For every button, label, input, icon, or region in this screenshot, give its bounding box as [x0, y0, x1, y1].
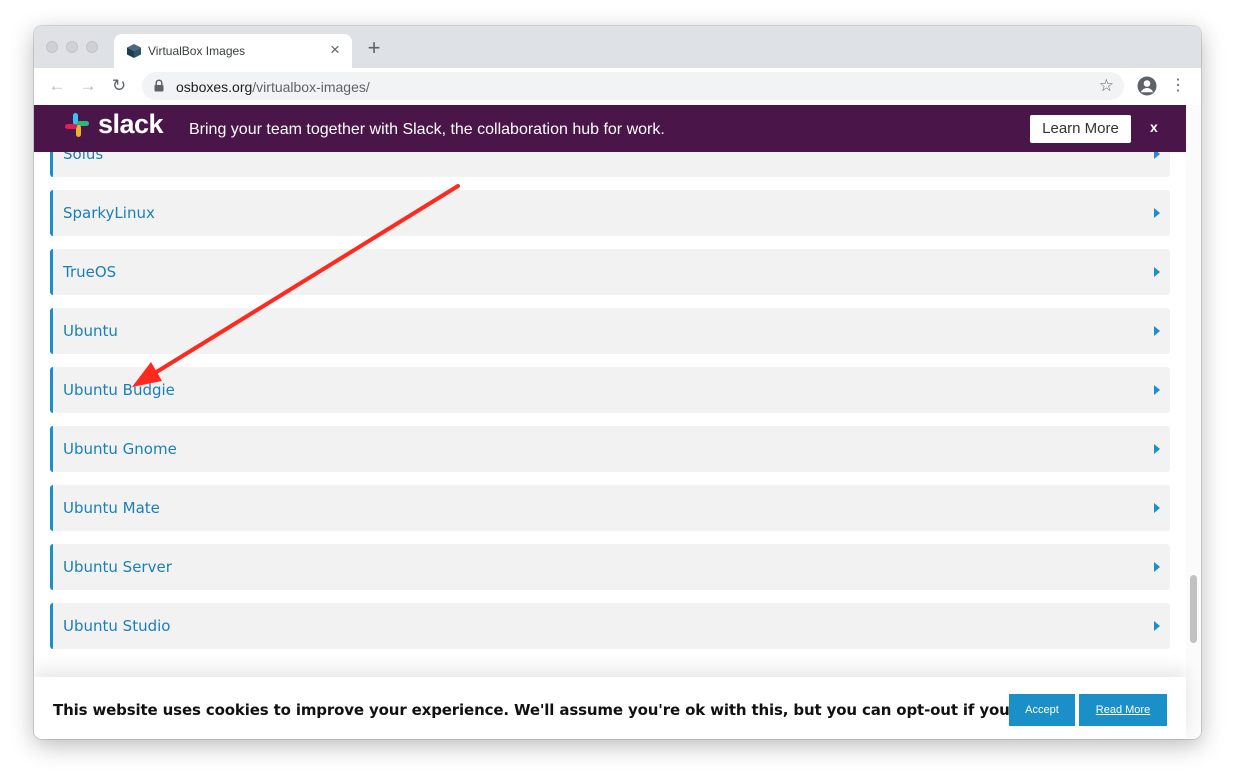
tab-title: VirtualBox Images: [148, 44, 246, 58]
minimize-window-button[interactable]: [66, 41, 78, 53]
distro-row[interactable]: Ubuntu Mate: [50, 485, 1170, 531]
distro-label: SparkyLinux: [63, 204, 155, 222]
distro-row[interactable]: SparkyLinux: [50, 190, 1170, 236]
browser-menu-icon[interactable]: ⋮: [1170, 76, 1186, 96]
distro-row[interactable]: Ubuntu Server: [50, 544, 1170, 590]
distro-label: TrueOS: [63, 263, 117, 281]
scrollbar-thumb[interactable]: [1190, 575, 1197, 643]
distro-row[interactable]: Ubuntu Budgie: [50, 367, 1170, 413]
distro-label: Ubuntu Mate: [63, 499, 160, 517]
reload-icon[interactable]: ↻: [108, 76, 130, 96]
page-content: Scientific LinuxSolusSparkyLinuxTrueOSUb…: [34, 105, 1201, 739]
new-tab-icon[interactable]: +: [364, 37, 384, 59]
cookie-message: This website uses cookies to improve you…: [53, 701, 1059, 719]
read-more-button[interactable]: Read More: [1079, 694, 1167, 726]
expand-caret-icon: [1154, 326, 1160, 336]
zoom-window-button[interactable]: [86, 41, 98, 53]
tab-virtualbox-images[interactable]: VirtualBox Images ×: [114, 34, 352, 68]
banner-text: Bring your team together with Slack, the…: [189, 121, 665, 138]
accept-cookies-button[interactable]: Accept: [1009, 694, 1075, 726]
distro-label: Ubuntu Gnome: [63, 440, 177, 458]
profile-avatar-icon[interactable]: [1137, 76, 1157, 96]
expand-caret-icon: [1154, 621, 1160, 631]
distro-row[interactable]: Ubuntu Studio: [50, 603, 1170, 649]
distro-label: Ubuntu: [63, 322, 118, 340]
slack-ad-banner[interactable]: slack Bring your team together with Slac…: [34, 105, 1186, 152]
expand-caret-icon: [1154, 267, 1160, 277]
slack-logo-icon: [65, 113, 89, 137]
back-icon[interactable]: ←: [46, 76, 68, 96]
learn-more-button[interactable]: Learn More: [1030, 115, 1131, 143]
distro-row[interactable]: TrueOS: [50, 249, 1170, 295]
slack-wordmark: slack: [98, 109, 164, 139]
banner-close-button[interactable]: x: [1150, 119, 1158, 135]
bookmark-star-icon[interactable]: ☆: [1099, 76, 1114, 96]
distro-label: Ubuntu Server: [63, 558, 172, 576]
forward-icon[interactable]: →: [77, 76, 99, 96]
expand-caret-icon: [1154, 503, 1160, 513]
distro-row[interactable]: Ubuntu: [50, 308, 1170, 354]
browser-window: VirtualBox Images × + ← → ↻ osboxes.org/…: [34, 26, 1201, 739]
distro-label: Ubuntu Studio: [63, 617, 171, 635]
cookie-consent-bar: This website uses cookies to improve you…: [34, 677, 1186, 739]
expand-caret-icon: [1154, 208, 1160, 218]
distro-label: Ubuntu Budgie: [63, 381, 175, 399]
lock-icon: [154, 79, 164, 92]
url-text: osboxes.org/virtualbox-images/: [176, 79, 370, 95]
address-bar[interactable]: osboxes.org/virtualbox-images/ ☆: [142, 72, 1124, 100]
expand-caret-icon: [1154, 385, 1160, 395]
browser-toolbar: ← → ↻ osboxes.org/virtualbox-images/ ☆ ⋮: [34, 68, 1201, 106]
expand-caret-icon: [1154, 444, 1160, 454]
distro-row[interactable]: Ubuntu Gnome: [50, 426, 1170, 472]
url-path: /virtualbox-images/: [252, 79, 370, 95]
tab-strip: VirtualBox Images × +: [34, 26, 1201, 68]
expand-caret-icon: [1154, 562, 1160, 572]
url-host: osboxes.org: [176, 79, 253, 95]
tab-close-icon[interactable]: ×: [326, 41, 344, 59]
scrollbar-track[interactable]: [1186, 105, 1201, 739]
close-window-button[interactable]: [46, 41, 58, 53]
virtualbox-cube-icon: [127, 44, 141, 58]
